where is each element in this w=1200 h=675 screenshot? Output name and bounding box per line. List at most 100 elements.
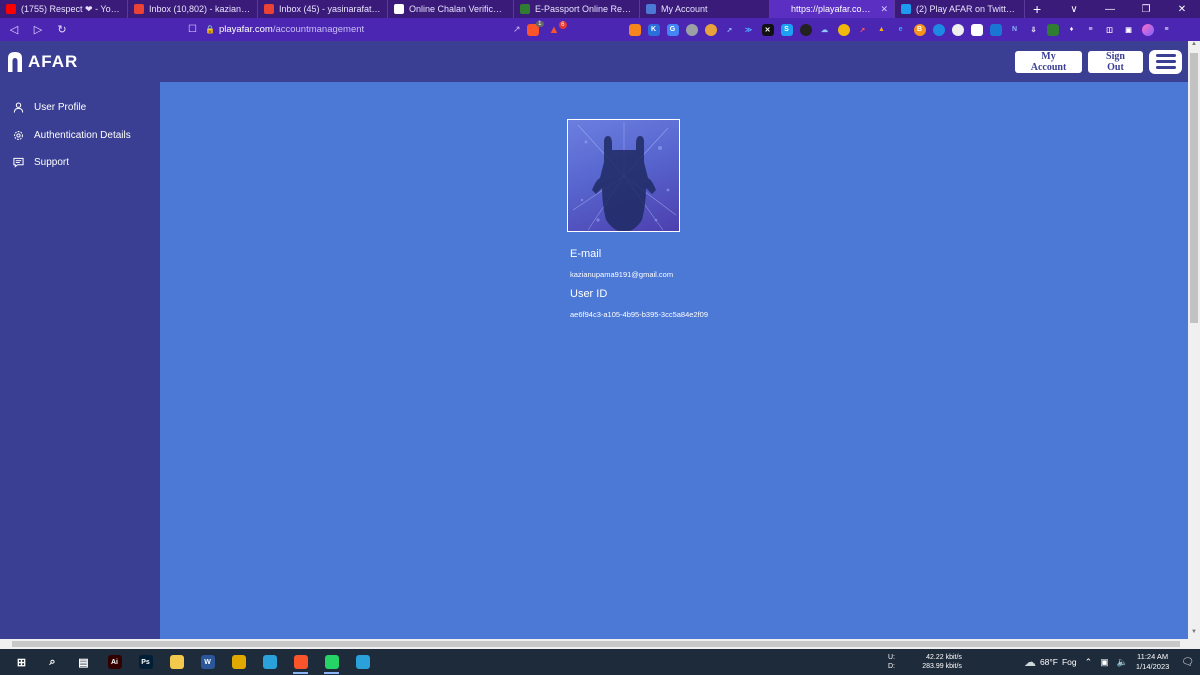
taskbar-app[interactable]: W [192, 649, 223, 675]
message-extension-icon[interactable] [932, 23, 945, 36]
forward-button[interactable]: ▷ [30, 23, 46, 36]
taskbar-app[interactable] [285, 649, 316, 675]
sign-out-button[interactable]: Sign Out [1088, 50, 1143, 73]
loading-icon [776, 4, 786, 14]
back-button[interactable]: ◁ [6, 23, 22, 36]
site-header: AFAR My Account Sign Out [0, 41, 1188, 82]
taskbar-app[interactable] [347, 649, 378, 675]
taskbar-app[interactable] [223, 649, 254, 675]
tab-list: (1755) Respect ❤ - YouT Inbox (10,802) - … [0, 0, 1025, 18]
tab-title: (1755) Respect ❤ - YouT [21, 3, 121, 14]
brave-icon [293, 655, 308, 669]
extensions-row: K G ➚ ≫ ✕ S ☁ ➚ ▲ e B N ⇩ ♦ ≡ ◫ ▣ ≡ [628, 23, 1173, 36]
gear-icon [14, 130, 23, 140]
header-actions: My Account Sign Out [1015, 49, 1182, 74]
taskbar-app[interactable] [254, 649, 285, 675]
user-id-value: ae6f94c3-a105-4b95-b395-3cc5a84e2f09 [570, 310, 709, 319]
browser-tab[interactable]: E-Passport Online Registration P [514, 0, 640, 18]
bitcoin-extension-icon[interactable]: B [913, 23, 926, 36]
net-down-value: 283.99 kbit/s [922, 663, 962, 670]
coin-extension-icon[interactable] [837, 23, 850, 36]
menu-icon[interactable]: ≡ [1160, 23, 1173, 36]
taskbar-app[interactable] [316, 649, 347, 675]
url-path: /accountmanagement [272, 24, 365, 35]
flame-extension-icon[interactable]: ▲ [875, 23, 888, 36]
horizontal-scroll-thumb[interactable] [12, 641, 1180, 647]
browser-tab[interactable]: https://playafar.com/accou ✕ [770, 0, 895, 18]
wallet-icon[interactable]: ▣ [1122, 23, 1135, 36]
network-icon[interactable]: ▣ [1100, 657, 1109, 668]
browser-tab[interactable]: (2) Play AFAR on Twitter: "Creat [895, 0, 1025, 18]
browser-tab[interactable]: Inbox (45) - yasinarafat9789@g [258, 0, 388, 18]
horizontal-scrollbar[interactable] [0, 639, 1200, 649]
browser-tab[interactable]: Online Chalan Verification [388, 0, 514, 18]
qr-extension-icon[interactable] [970, 23, 983, 36]
notifications-icon[interactable]: 🗨 [1181, 657, 1194, 668]
sidebar-item-user-profile[interactable]: User Profile [0, 94, 160, 122]
wallet-extension-icon[interactable] [704, 23, 717, 36]
maximize-button[interactable]: ❐ [1128, 0, 1164, 18]
n-extension-icon[interactable]: N [1008, 23, 1021, 36]
sidebar-item-authentication[interactable]: Authentication Details [0, 122, 160, 150]
taskbar-app[interactable] [161, 649, 192, 675]
scroll-down-arrow-icon[interactable]: ▼ [1188, 629, 1200, 639]
green-extension-icon[interactable] [1046, 23, 1059, 36]
taskbar-app[interactable]: ▤ [68, 649, 99, 675]
afar-logo[interactable]: AFAR [6, 51, 78, 72]
taskbar-app[interactable]: ⊞ [6, 649, 37, 675]
puzzle-icon[interactable]: ♦ [1065, 23, 1078, 36]
browser-tab[interactable]: Inbox (10,802) - kazianupama91 [128, 0, 258, 18]
my-account-button[interactable]: My Account [1015, 50, 1082, 73]
browser-tab[interactable]: My Account [640, 0, 770, 18]
close-tab-icon[interactable]: ✕ [880, 4, 888, 15]
bookmark-icon[interactable]: ☐ [188, 24, 197, 35]
cloud-extension-icon[interactable]: ☁ [818, 23, 831, 36]
search-icon: ⌕ [45, 655, 60, 669]
edge-extension-icon[interactable]: e [894, 23, 907, 36]
metamask-icon[interactable] [628, 23, 641, 36]
illustrator-icon: Ai [107, 655, 122, 669]
bookmark-extension-icon[interactable] [989, 23, 1002, 36]
new-tab-button[interactable]: + [1025, 1, 1049, 17]
profile-avatar-icon[interactable] [1141, 23, 1154, 36]
vertical-scroll-thumb[interactable] [1190, 53, 1198, 323]
volume-icon[interactable]: 🔈 [1117, 657, 1128, 668]
telegram-icon [262, 655, 277, 669]
share-icon[interactable]: ↗ [513, 24, 521, 35]
url-field[interactable]: 🔒 playafar.com/accountmanagement [205, 24, 505, 35]
vertical-scrollbar[interactable]: ▲ ▼ [1188, 41, 1200, 639]
k-extension-icon[interactable]: K [647, 23, 660, 36]
taskbar-app[interactable]: Ps [130, 649, 161, 675]
rewards-icon[interactable]: ▲ 6 [549, 20, 567, 36]
reading-list-icon[interactable]: ≡ [1084, 23, 1097, 36]
ghost-extension-icon[interactable] [951, 23, 964, 36]
tab-search-button[interactable]: ∨ [1056, 0, 1092, 18]
weather-widget[interactable]: ☁ 68°F Fog [1024, 655, 1077, 669]
scroll-up-arrow-icon[interactable]: ▲ [1188, 41, 1200, 51]
gmail-icon [264, 4, 274, 14]
taskbar-app[interactable]: ⌕ [37, 649, 68, 675]
dark-extension-icon[interactable] [799, 23, 812, 36]
browser-tab[interactable]: (1755) Respect ❤ - YouT [0, 0, 128, 18]
pen-extension-icon[interactable]: ➚ [723, 23, 736, 36]
link-extension-icon[interactable]: ➚ [856, 23, 869, 36]
brave-shields-icon[interactable]: 1 [526, 20, 544, 36]
x-extension-icon[interactable]: ✕ [761, 23, 774, 36]
hamburger-menu-icon[interactable] [1149, 49, 1182, 74]
close-window-button[interactable]: ✕ [1164, 0, 1200, 18]
brave-badge: 1 [536, 20, 544, 27]
reload-button[interactable]: ↻ [54, 23, 70, 36]
tray-overflow-icon[interactable]: ⌃ [1085, 657, 1093, 668]
sidebar-item-support[interactable]: Support [0, 149, 160, 177]
globe-extension-icon[interactable] [685, 23, 698, 36]
clock[interactable]: 11:24 AM 1/14/2023 [1136, 652, 1169, 672]
minimize-button[interactable]: — [1092, 0, 1128, 18]
youtube-icon [6, 4, 16, 14]
s-extension-icon[interactable]: S [780, 23, 793, 36]
download-icon[interactable]: ⇩ [1027, 23, 1040, 36]
profile-avatar[interactable] [567, 119, 680, 232]
sidebar-toggle-icon[interactable]: ◫ [1103, 23, 1116, 36]
taskbar-app[interactable]: Ai [99, 649, 130, 675]
bird-extension-icon[interactable]: ≫ [742, 23, 755, 36]
translate-icon[interactable]: G [666, 23, 679, 36]
